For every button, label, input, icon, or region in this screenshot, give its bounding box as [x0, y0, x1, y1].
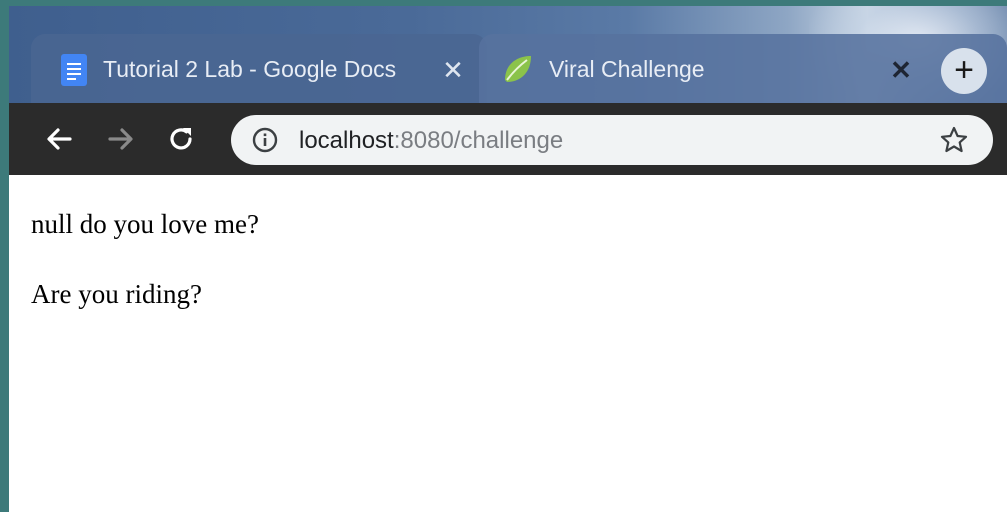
back-arrow-icon [47, 128, 72, 150]
reload-icon [170, 128, 192, 150]
tab-google-docs[interactable]: Tutorial 2 Lab - Google Docs ✕ [31, 34, 487, 103]
reload-button[interactable] [159, 117, 203, 161]
close-tab-icon[interactable]: ✕ [437, 54, 469, 86]
browser-window: Tutorial 2 Lab - Google Docs ✕ Viral Cha… [9, 6, 1007, 512]
forward-button[interactable] [99, 117, 143, 161]
info-icon[interactable] [251, 126, 279, 154]
new-tab-button[interactable]: + [941, 48, 987, 94]
url-path: :8080/challenge [393, 127, 564, 154]
url-text: localhost:8080/challenge [299, 127, 563, 155]
tab-title: Viral Challenge [549, 56, 705, 82]
tab-strip: Tutorial 2 Lab - Google Docs ✕ Viral Cha… [9, 6, 1007, 106]
tab-title: Tutorial 2 Lab - Google Docs [103, 56, 397, 82]
close-tab-icon[interactable]: ✕ [885, 54, 917, 86]
forward-arrow-icon [108, 128, 133, 150]
back-button[interactable] [37, 117, 81, 161]
content-line-1: null do you love me? [31, 209, 259, 239]
bookmark-star-icon[interactable] [939, 125, 969, 155]
address-bar[interactable]: localhost:8080/challenge [231, 115, 993, 165]
spring-leaf-icon [505, 56, 531, 82]
browser-toolbar: localhost:8080/challenge [9, 103, 1007, 175]
google-docs-icon [61, 54, 87, 86]
page-content: null do you love me? Are you riding? [9, 175, 1007, 512]
content-line-2: Are you riding? [31, 279, 202, 309]
url-host: localhost [299, 127, 394, 154]
tab-viral-challenge[interactable]: Viral Challenge ✕ [479, 34, 1007, 103]
